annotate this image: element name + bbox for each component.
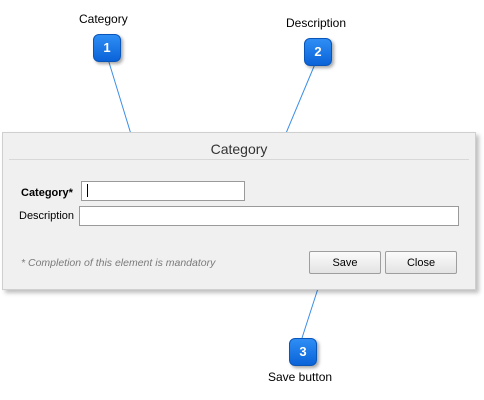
close-button[interactable]: Close	[385, 251, 457, 274]
text-caret	[87, 184, 88, 197]
callout-badge-1: 1	[93, 34, 121, 62]
callout-label-description: Description	[286, 16, 347, 30]
callout-badge-2: 2	[304, 38, 332, 66]
mandatory-note: * Completion of this element is mandator…	[21, 257, 216, 269]
callout-badge-3: 3	[289, 338, 317, 366]
category-label: Category*	[21, 187, 73, 199]
description-label: Description	[19, 210, 75, 222]
description-input[interactable]	[79, 206, 459, 226]
category-dialog: Category Category* Description * Complet…	[2, 132, 476, 290]
callout-label-category: Category	[79, 12, 128, 26]
save-button[interactable]: Save	[309, 251, 381, 274]
callout-label-save-button: Save button	[268, 370, 333, 384]
dialog-title: Category	[9, 139, 469, 160]
category-input[interactable]	[81, 181, 245, 201]
